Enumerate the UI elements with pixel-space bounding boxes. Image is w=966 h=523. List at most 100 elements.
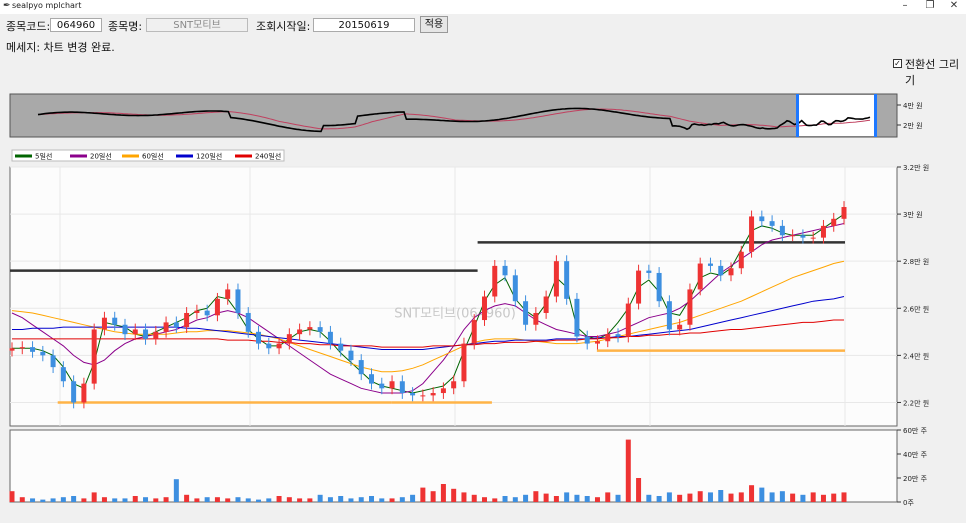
candle-body xyxy=(19,347,25,349)
start-date-label: 조회시작일: xyxy=(256,20,311,33)
volume-bar xyxy=(656,496,662,502)
volume-bar xyxy=(666,492,672,502)
candle-body xyxy=(451,381,457,389)
stock-name-field: SNT모티브 xyxy=(146,18,248,32)
volume-bar xyxy=(481,497,487,502)
watermark: SNT모티브(064960) xyxy=(394,307,516,322)
volume-bar xyxy=(553,496,559,502)
volume-bar xyxy=(9,491,15,502)
candle-body xyxy=(481,296,487,321)
volume-bar xyxy=(707,492,713,502)
volume-bar xyxy=(245,498,251,502)
candle-body xyxy=(184,312,190,328)
candle-body xyxy=(666,301,672,330)
volume-bar xyxy=(307,498,313,502)
candle-body xyxy=(800,235,806,238)
price-tick-label: 2.4만 원 xyxy=(903,351,929,360)
candle-body xyxy=(543,296,549,313)
candle-body xyxy=(214,298,220,316)
volume-bar xyxy=(451,488,457,502)
volume-bar xyxy=(50,498,56,502)
candle-body xyxy=(471,320,477,344)
volume-bar xyxy=(615,494,621,502)
start-date-input[interactable]: 20150619 xyxy=(313,18,415,32)
candle-body xyxy=(738,251,744,269)
candle-body xyxy=(173,322,179,328)
volume-bar xyxy=(153,498,159,502)
volume-bar xyxy=(523,494,529,502)
volume-bar xyxy=(91,492,97,502)
candle-body xyxy=(276,343,282,349)
volume-bar xyxy=(348,498,354,502)
volume-bar xyxy=(235,497,241,502)
volume-bar xyxy=(389,498,395,502)
volume-tick-label: 0주 xyxy=(903,499,914,507)
volume-bar xyxy=(30,498,36,502)
candle-body xyxy=(40,351,46,356)
candle-body xyxy=(564,261,570,299)
candle-body xyxy=(759,216,765,222)
price-tick-label: 2.8만 원 xyxy=(903,257,929,266)
apply-button[interactable]: 적용 xyxy=(420,16,448,33)
volume-bar xyxy=(327,497,333,502)
price-tick-label: 3만 원 xyxy=(903,210,923,219)
candle-body xyxy=(327,331,333,344)
volume-bar xyxy=(286,497,292,502)
maximize-button[interactable]: ❐ xyxy=(920,0,940,11)
volume-bar xyxy=(71,496,77,502)
legend-label: 20일선 xyxy=(90,152,112,161)
candle-body xyxy=(71,381,77,403)
candle-body xyxy=(225,289,231,299)
candle-body xyxy=(358,360,364,375)
volume-bar xyxy=(543,493,549,502)
candle-body xyxy=(204,310,210,316)
candle-body xyxy=(91,329,97,384)
close-button[interactable]: ✕ xyxy=(944,0,964,11)
candle-body xyxy=(60,367,66,382)
volume-bar xyxy=(738,492,744,502)
volume-bar xyxy=(790,493,796,502)
volume-bar xyxy=(749,485,755,502)
candle-body xyxy=(707,263,713,266)
overview-left-handle xyxy=(796,94,799,137)
volume-bar xyxy=(358,497,364,502)
candle-body xyxy=(697,263,703,290)
transition-checkbox[interactable]: ✓ xyxy=(893,59,902,68)
volume-bar xyxy=(430,491,436,502)
overview-chart[interactable]: 4만 원 2만 원 xyxy=(9,93,923,138)
volume-bar xyxy=(276,496,282,502)
candle-body xyxy=(50,355,56,368)
overview-right-handle xyxy=(874,94,877,137)
volume-bar xyxy=(718,490,724,502)
candle-body xyxy=(636,270,642,304)
candle-body xyxy=(153,331,159,339)
volume-bar xyxy=(173,479,179,502)
volume-bar xyxy=(820,494,826,502)
volume-bar xyxy=(410,494,416,502)
volume-bar xyxy=(779,491,785,502)
volume-bar xyxy=(594,497,600,502)
volume-bar xyxy=(471,494,477,502)
candle-body xyxy=(718,265,724,276)
candle-body xyxy=(841,207,847,219)
status-message: 메세지: 차트 변경 완료. xyxy=(6,41,115,54)
volume-bar xyxy=(317,494,323,502)
volume-bar xyxy=(687,493,693,502)
legend: 5일선 20일선 60일선 120일선 240일선 xyxy=(11,149,285,162)
legend-label: 60일선 xyxy=(142,152,164,161)
volume-bar xyxy=(60,497,66,502)
candle-body xyxy=(132,329,138,335)
volume-bar xyxy=(625,439,631,502)
volume-bar xyxy=(831,493,837,502)
candle-body xyxy=(533,312,539,325)
candle-body xyxy=(574,298,580,337)
legend-label: 5일선 xyxy=(35,152,52,161)
candle-body xyxy=(779,225,785,236)
stock-code-input[interactable]: 064960 xyxy=(50,18,102,32)
candle-body xyxy=(286,334,292,344)
volume-tick-label: 40만 주 xyxy=(903,450,928,459)
volume-bar xyxy=(379,498,385,502)
minimize-button[interactable]: – xyxy=(895,0,915,11)
price-tick-label: 2.6만 원 xyxy=(903,304,929,313)
candle-body xyxy=(266,343,272,349)
